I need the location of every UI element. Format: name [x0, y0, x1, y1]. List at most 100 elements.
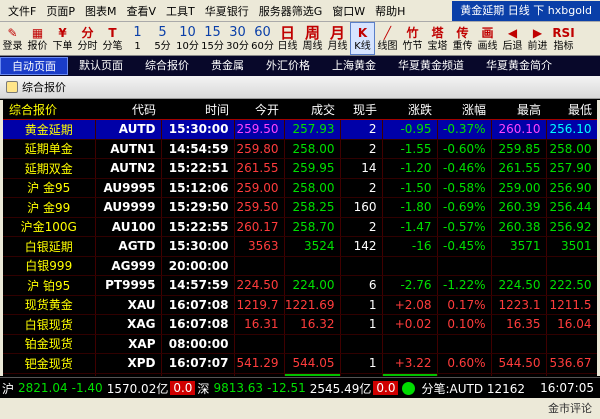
sh-index-change: -1.40 — [71, 381, 103, 395]
column-header-1[interactable]: 代码 — [95, 100, 161, 120]
table-row[interactable]: 欧元兑美元EURUSD16:07:081.11921.11781-0.0015-… — [3, 373, 597, 376]
status-clock: 16:07:05 — [540, 381, 594, 395]
cell-time: 15:22:55 — [161, 217, 235, 237]
toolbar-button-9[interactable]: 30 30分 — [225, 22, 250, 55]
table-row[interactable]: 沪 铂95 PT9995 14:57:59 224.50 224.00 6 -2.76 -1.… — [3, 275, 597, 296]
column-header-0[interactable]: 综合报价 — [3, 100, 95, 120]
toolbar-button-16[interactable]: 竹竹节 — [400, 22, 425, 55]
toolbar-button-13[interactable]: 月月线 — [325, 22, 350, 55]
menu-item-4[interactable]: 工具T — [162, 3, 201, 19]
toolbar-button-19[interactable]: 画画线 — [475, 22, 500, 55]
toolbar-button-10[interactable]: 60 60分 — [250, 22, 275, 55]
toolbar-button-1[interactable]: ▦ 报价 — [25, 22, 50, 55]
table-row[interactable]: 铂金现货 XAP 08:00:00 — [3, 334, 597, 354]
cell-vol: 6 — [340, 275, 383, 296]
toolbar-label-19: 画线 — [477, 41, 498, 52]
toolbar-button-11[interactable]: 日日线 — [275, 22, 300, 55]
table-row[interactable]: 黄金延期 AUTD 15:30:00 259.50 257.93 2 -0.95 -0.37%… — [3, 119, 597, 140]
toolbar-icon-14: K — [357, 26, 368, 40]
cell-code: EURUSD — [95, 373, 162, 376]
toolbar-button-22[interactable]: RSI 指标 — [550, 22, 577, 55]
tab-4[interactable]: 外汇价格 — [255, 57, 321, 75]
sh-index-label: 沪 — [2, 381, 15, 396]
tab-0[interactable]: 自动页面 — [0, 57, 68, 75]
menu-item-6[interactable]: 服务器筛选G — [255, 3, 329, 19]
toolbar-button-18[interactable]: 传重传 — [450, 22, 475, 55]
menu-item-7[interactable]: 窗口W — [328, 3, 371, 19]
cell-last: 258.25 — [284, 197, 341, 218]
table-row[interactable]: 沪 金99 AU9999 15:29:50 259.50 258.25 160 -1.80-… — [3, 197, 597, 218]
table-row[interactable]: 现货黄金 XAU 16:07:08 1219.7 1221.69 1 +2.08 0.17% 1… — [3, 295, 597, 315]
tab-5[interactable]: 上海黄金 — [321, 57, 387, 75]
table-row[interactable]: 沪金100G AU100 15:22:55 260.17 258.70 2 -1.47 -0.… — [3, 217, 597, 237]
footer-label[interactable]: 金市评论 — [548, 402, 592, 415]
toolbar-icon-3: 分 — [81, 26, 94, 40]
toolbar-button-3[interactable]: 分分时 — [75, 22, 100, 55]
tab-6[interactable]: 华夏黄金频道 — [387, 57, 475, 75]
table-row[interactable]: 钯金现货 XPD 16:07:07 541.29 544.05 1 +3.22 0.60% 54… — [3, 353, 597, 374]
tab-1[interactable]: 默认页面 — [68, 57, 134, 75]
column-header-3[interactable]: 今开 — [234, 100, 284, 120]
menu-item-5[interactable]: 华夏银行 — [201, 3, 255, 19]
table-row[interactable]: 沪 金95 AU9995 15:12:06 259.00 258.00 2 -1.50 -0.… — [3, 178, 597, 198]
tab-3[interactable]: 贵金属 — [200, 57, 255, 75]
cell-chg: +3.22 — [382, 353, 438, 374]
tab-2[interactable]: 综合报价 — [134, 57, 200, 75]
toolbar-button-8[interactable]: 15 15分 — [200, 22, 225, 55]
menu-item-1[interactable]: 页面P — [42, 3, 81, 19]
cell-name: 黄金延期 — [3, 119, 96, 140]
toolbar-button-4[interactable]: T 分笔 — [100, 22, 125, 55]
cell-time: 15:12:06 — [161, 178, 235, 198]
toolbar-button-2[interactable]: ¥ 下单 — [50, 22, 75, 55]
toolbar-icon-21: ▶ — [532, 26, 543, 40]
toolbar-label-20: 后退 — [502, 41, 523, 52]
toolbar-icon-19: 画 — [481, 26, 494, 40]
cell-pct: -1.22% — [437, 275, 492, 296]
cell-open: 224.50 — [234, 275, 285, 296]
tab-7[interactable]: 华夏黄金简介 — [475, 57, 563, 75]
cell-low: 3501 — [546, 236, 597, 257]
column-header-7[interactable]: 涨幅 — [437, 100, 491, 120]
connection-status-icon[interactable] — [402, 381, 416, 395]
column-header-5[interactable]: 现手 — [340, 100, 382, 120]
menu-item-0[interactable]: 文件F — [4, 3, 42, 19]
cell-last: 544.05 — [284, 353, 341, 374]
table-row[interactable]: 白银延期 AGTD 15:30:00 3563 3524 142 -16 -0.45% 3571… — [3, 236, 597, 257]
cell-time: 20:00:00 — [161, 256, 235, 276]
toolbar-button-14[interactable]: K K线 — [350, 22, 375, 55]
toolbar-button-21[interactable]: ▶ 前进 — [525, 22, 550, 55]
menu-item-2[interactable]: 图表M — [81, 3, 123, 19]
column-header-8[interactable]: 最高 — [491, 100, 546, 120]
toolbar-label-6: 5分 — [154, 41, 171, 52]
table-row[interactable]: 延期双金 AUTN2 15:22:51 261.55 259.95 14 -1.20 -0.4… — [3, 158, 597, 179]
table-row[interactable]: 延期单金 AUTN1 14:54:59 259.80 258.00 2 -1.55 -0.60… — [3, 139, 597, 159]
cell-time: 16:07:08 — [161, 295, 235, 315]
menu-item-8[interactable]: 帮助H — [371, 3, 411, 19]
table-row[interactable]: 白银999 AG999 20:00:00 — [3, 256, 597, 276]
cell-open: 259.00 — [234, 178, 285, 198]
toolbar-button-6[interactable]: 5 5分 — [150, 22, 175, 55]
column-header-6[interactable]: 涨跌 — [382, 100, 437, 120]
menu-item-3[interactable]: 查看V — [122, 3, 162, 19]
column-header-9[interactable]: 最低 — [546, 100, 597, 120]
window-title: 黄金延期 日线 下 hxbgold — [452, 0, 600, 21]
toolbar-button-15[interactable]: ╱ 线图 — [375, 22, 400, 55]
sh-index-box: 0.0 — [170, 381, 196, 395]
toolbar-label-21: 前进 — [527, 41, 548, 52]
toolbar-button-5[interactable]: 11 — [125, 22, 150, 55]
cell-chg: -1.50 — [382, 178, 438, 198]
column-header-2[interactable]: 时间 — [161, 100, 234, 120]
cell-vol — [340, 334, 383, 354]
quote-table-panel[interactable]: 综合报价 代码 时间 今开 成交 现手 涨跌 涨幅 最高 最低 黄金延期 AUTD 15:30:00 2… — [0, 100, 600, 376]
cell-name: 欧元兑美元 — [3, 373, 96, 376]
toolbar-button-12[interactable]: 周周线 — [300, 22, 325, 55]
toolbar-button-7[interactable]: 10 10分 — [175, 22, 200, 55]
column-header-4[interactable]: 成交 — [284, 100, 340, 120]
toolbar-label-0: 登录 — [2, 41, 23, 52]
tick-info: 分笔:AUTD 12162 — [421, 381, 526, 396]
toolbar-button-0[interactable]: ✎ 登录 — [0, 22, 25, 55]
toolbar-button-17[interactable]: 塔宝塔 — [425, 22, 450, 55]
table-row[interactable]: 白银现货 XAG 16:07:08 16.31 16.32 1 +0.02 0.10% 16.3… — [3, 314, 597, 335]
cell-vol: 2 — [340, 119, 383, 140]
toolbar-button-20[interactable]: ◀ 后退 — [500, 22, 525, 55]
